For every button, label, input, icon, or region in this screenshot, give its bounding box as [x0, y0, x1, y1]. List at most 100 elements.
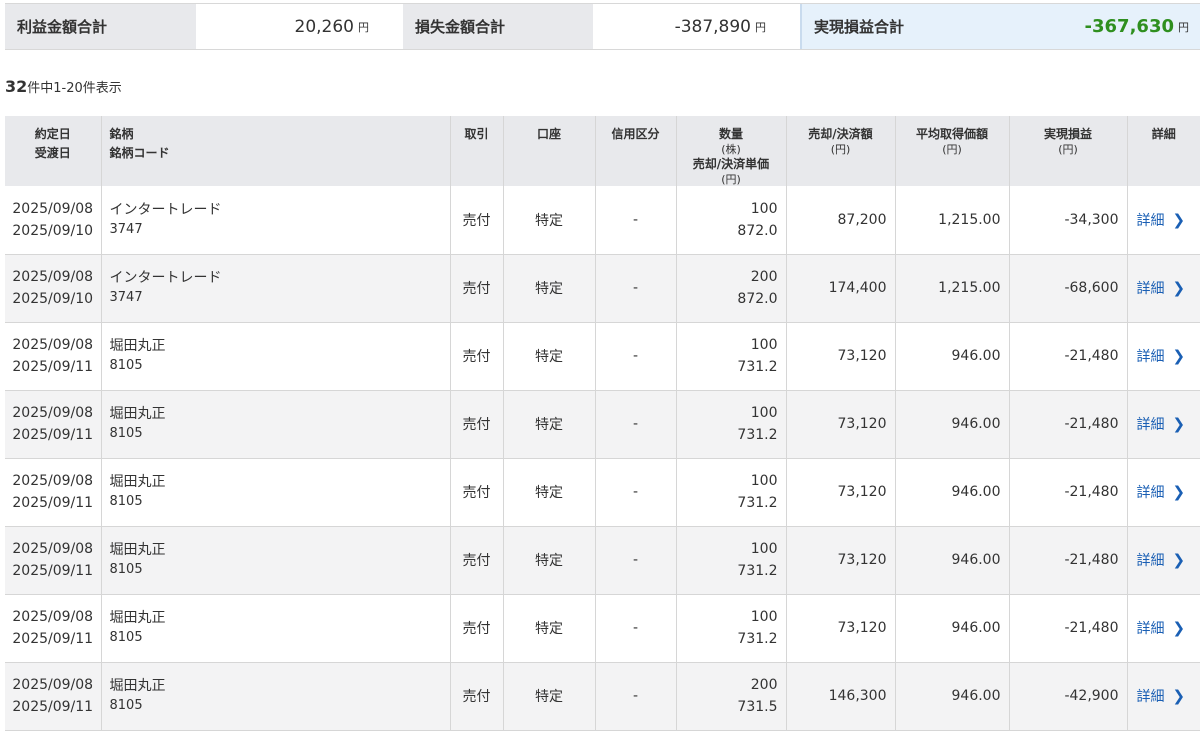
quantity: 100 [750, 473, 778, 489]
credit-type: - [594, 186, 676, 255]
chevron-right-icon: ❯ [1172, 687, 1186, 705]
col-header-avg-unit: (円) [942, 143, 962, 156]
quantity-cell: 100 731.2 [675, 458, 786, 527]
account-type: 特定 [502, 594, 595, 663]
credit-type: - [594, 254, 676, 323]
settle-date: 2025/09/11 [12, 495, 94, 511]
realized-pl: -68,600 [1008, 254, 1127, 323]
col-header-quantity: 数量 (株) 売却/決済単価 (円) [675, 116, 786, 186]
col-header-avg-cost: 平均取得価額 (円) [894, 116, 1009, 186]
credit-type: - [594, 526, 676, 595]
account-type: 特定 [502, 254, 595, 323]
detail-link[interactable]: 詳細 ❯ [1129, 687, 1186, 705]
sale-amount: 73,120 [785, 390, 895, 459]
detail-label: 詳細 [1136, 621, 1165, 637]
col-header-amount: 売却/決済額 (円) [785, 116, 895, 186]
settle-date: 2025/09/10 [12, 291, 94, 307]
unit-price: 872.0 [737, 222, 778, 239]
realized-pl: -21,480 [1008, 526, 1127, 595]
chevron-right-icon: ❯ [1172, 551, 1186, 569]
date-cell: 2025/09/08 2025/09/11 [5, 526, 101, 595]
detail-label: 詳細 [1136, 212, 1165, 229]
detail-link[interactable]: 詳細 ❯ [1129, 619, 1186, 637]
realized-pl: -21,480 [1008, 458, 1127, 527]
quantity-cell: 200 731.5 [675, 662, 786, 731]
account-type: 特定 [502, 526, 595, 595]
stock-code: 8105 [109, 562, 143, 577]
detail-cell: 詳細 ❯ [1126, 322, 1200, 391]
detail-link[interactable]: 詳細 ❯ [1129, 415, 1186, 433]
table-row: 2025/09/08 2025/09/11 堀田丸正 8105 売付 特定 - 100 731.… [5, 458, 1200, 527]
chevron-right-icon: ❯ [1172, 279, 1186, 297]
trade-type: 売付 [449, 186, 503, 255]
profit-total-value: 20,260 円 [196, 4, 403, 49]
quantity: 200 [750, 677, 778, 693]
quantity-cell: 200 872.0 [675, 254, 786, 323]
loss-total-amount: -387,890 [674, 16, 751, 37]
yen-unit: 円 [358, 20, 369, 34]
stock-cell: 堀田丸正 8105 [100, 662, 450, 731]
quantity: 100 [750, 200, 778, 217]
table-row: 2025/09/08 2025/09/10 インタートレード 3747 売付 特定 -200… [5, 254, 1200, 323]
trade-date: 2025/09/08 [12, 473, 94, 489]
realized-total-value: -367,630 円 [963, 4, 1200, 49]
settle-date: 2025/09/11 [12, 427, 94, 443]
col-header-qty-label: 数量 [718, 127, 743, 141]
detail-link[interactable]: 詳細 ❯ [1129, 210, 1186, 229]
col-header-credit: 信用区分 [594, 116, 676, 186]
table-row: 2025/09/08 2025/09/11 堀田丸正 8105 売付 特定 - 100 731.… [5, 526, 1200, 595]
quantity-cell: 100 872.0 [675, 186, 786, 255]
quantity-cell: 100 731.2 [675, 526, 786, 595]
detail-label: 詳細 [1136, 485, 1165, 501]
chevron-right-icon: ❯ [1172, 210, 1186, 229]
stock-name: 堀田丸正 [109, 610, 166, 626]
account-type: 特定 [502, 390, 595, 459]
detail-link[interactable]: 詳細 ❯ [1129, 483, 1186, 501]
profit-total-label: 利益金額合計 [5, 4, 196, 49]
stock-cell: 堀田丸正 8105 [100, 390, 450, 459]
chevron-right-icon: ❯ [1172, 415, 1186, 433]
result-count-total: 32 [5, 77, 28, 96]
detail-label: 詳細 [1136, 553, 1165, 569]
col-header-realized-pl: 実現損益 (円) [1008, 116, 1127, 186]
yen-unit: 円 [1178, 20, 1189, 34]
realized-pl: -21,480 [1008, 322, 1127, 391]
detail-cell: 詳細 ❯ [1126, 458, 1200, 527]
detail-link[interactable]: 詳細 ❯ [1129, 551, 1186, 569]
detail-link[interactable]: 詳細 ❯ [1129, 347, 1186, 365]
trade-type: 売付 [449, 254, 503, 323]
col-header-account: 口座 [502, 116, 595, 186]
sale-amount: 73,120 [785, 526, 895, 595]
table-row: 2025/09/08 2025/09/11 堀田丸正 8105 売付 特定 - 200 731.… [5, 662, 1200, 731]
stock-name: 堀田丸正 [109, 338, 166, 354]
loss-total-value: -387,890 円 [593, 4, 800, 49]
trade-date: 2025/09/08 [12, 677, 94, 693]
credit-type: - [594, 322, 676, 391]
stock-code: 8105 [109, 698, 143, 713]
col-header-amount-label: 売却/決済額 [808, 127, 873, 141]
chevron-right-icon: ❯ [1172, 619, 1186, 637]
col-header-trade-date: 約定日 [34, 127, 71, 141]
unit-price: 731.2 [737, 495, 778, 511]
realized-pl: -42,900 [1008, 662, 1127, 731]
stock-code: 8105 [109, 494, 143, 509]
credit-type: - [594, 390, 676, 459]
col-header-price-label: 売却/決済単価 [692, 157, 770, 171]
trade-date: 2025/09/08 [12, 609, 94, 625]
avg-cost: 946.00 [894, 662, 1009, 731]
trade-type: 売付 [449, 458, 503, 527]
detail-link[interactable]: 詳細 ❯ [1129, 279, 1186, 297]
yen-unit: 円 [755, 20, 766, 34]
stock-name: インタートレード [109, 270, 222, 286]
stock-name: 堀田丸正 [109, 406, 166, 422]
stock-code: 3747 [109, 221, 143, 237]
stock-cell: 堀田丸正 8105 [100, 458, 450, 527]
col-header-qty-unit: (株) [721, 143, 741, 156]
settle-date: 2025/09/11 [12, 631, 94, 647]
quantity: 100 [750, 405, 778, 421]
col-header-stock-code: 銘柄コード [109, 146, 170, 160]
detail-cell: 詳細 ❯ [1126, 526, 1200, 595]
unit-price: 731.2 [737, 427, 778, 443]
account-type: 特定 [502, 458, 595, 527]
date-cell: 2025/09/08 2025/09/10 [5, 186, 101, 255]
